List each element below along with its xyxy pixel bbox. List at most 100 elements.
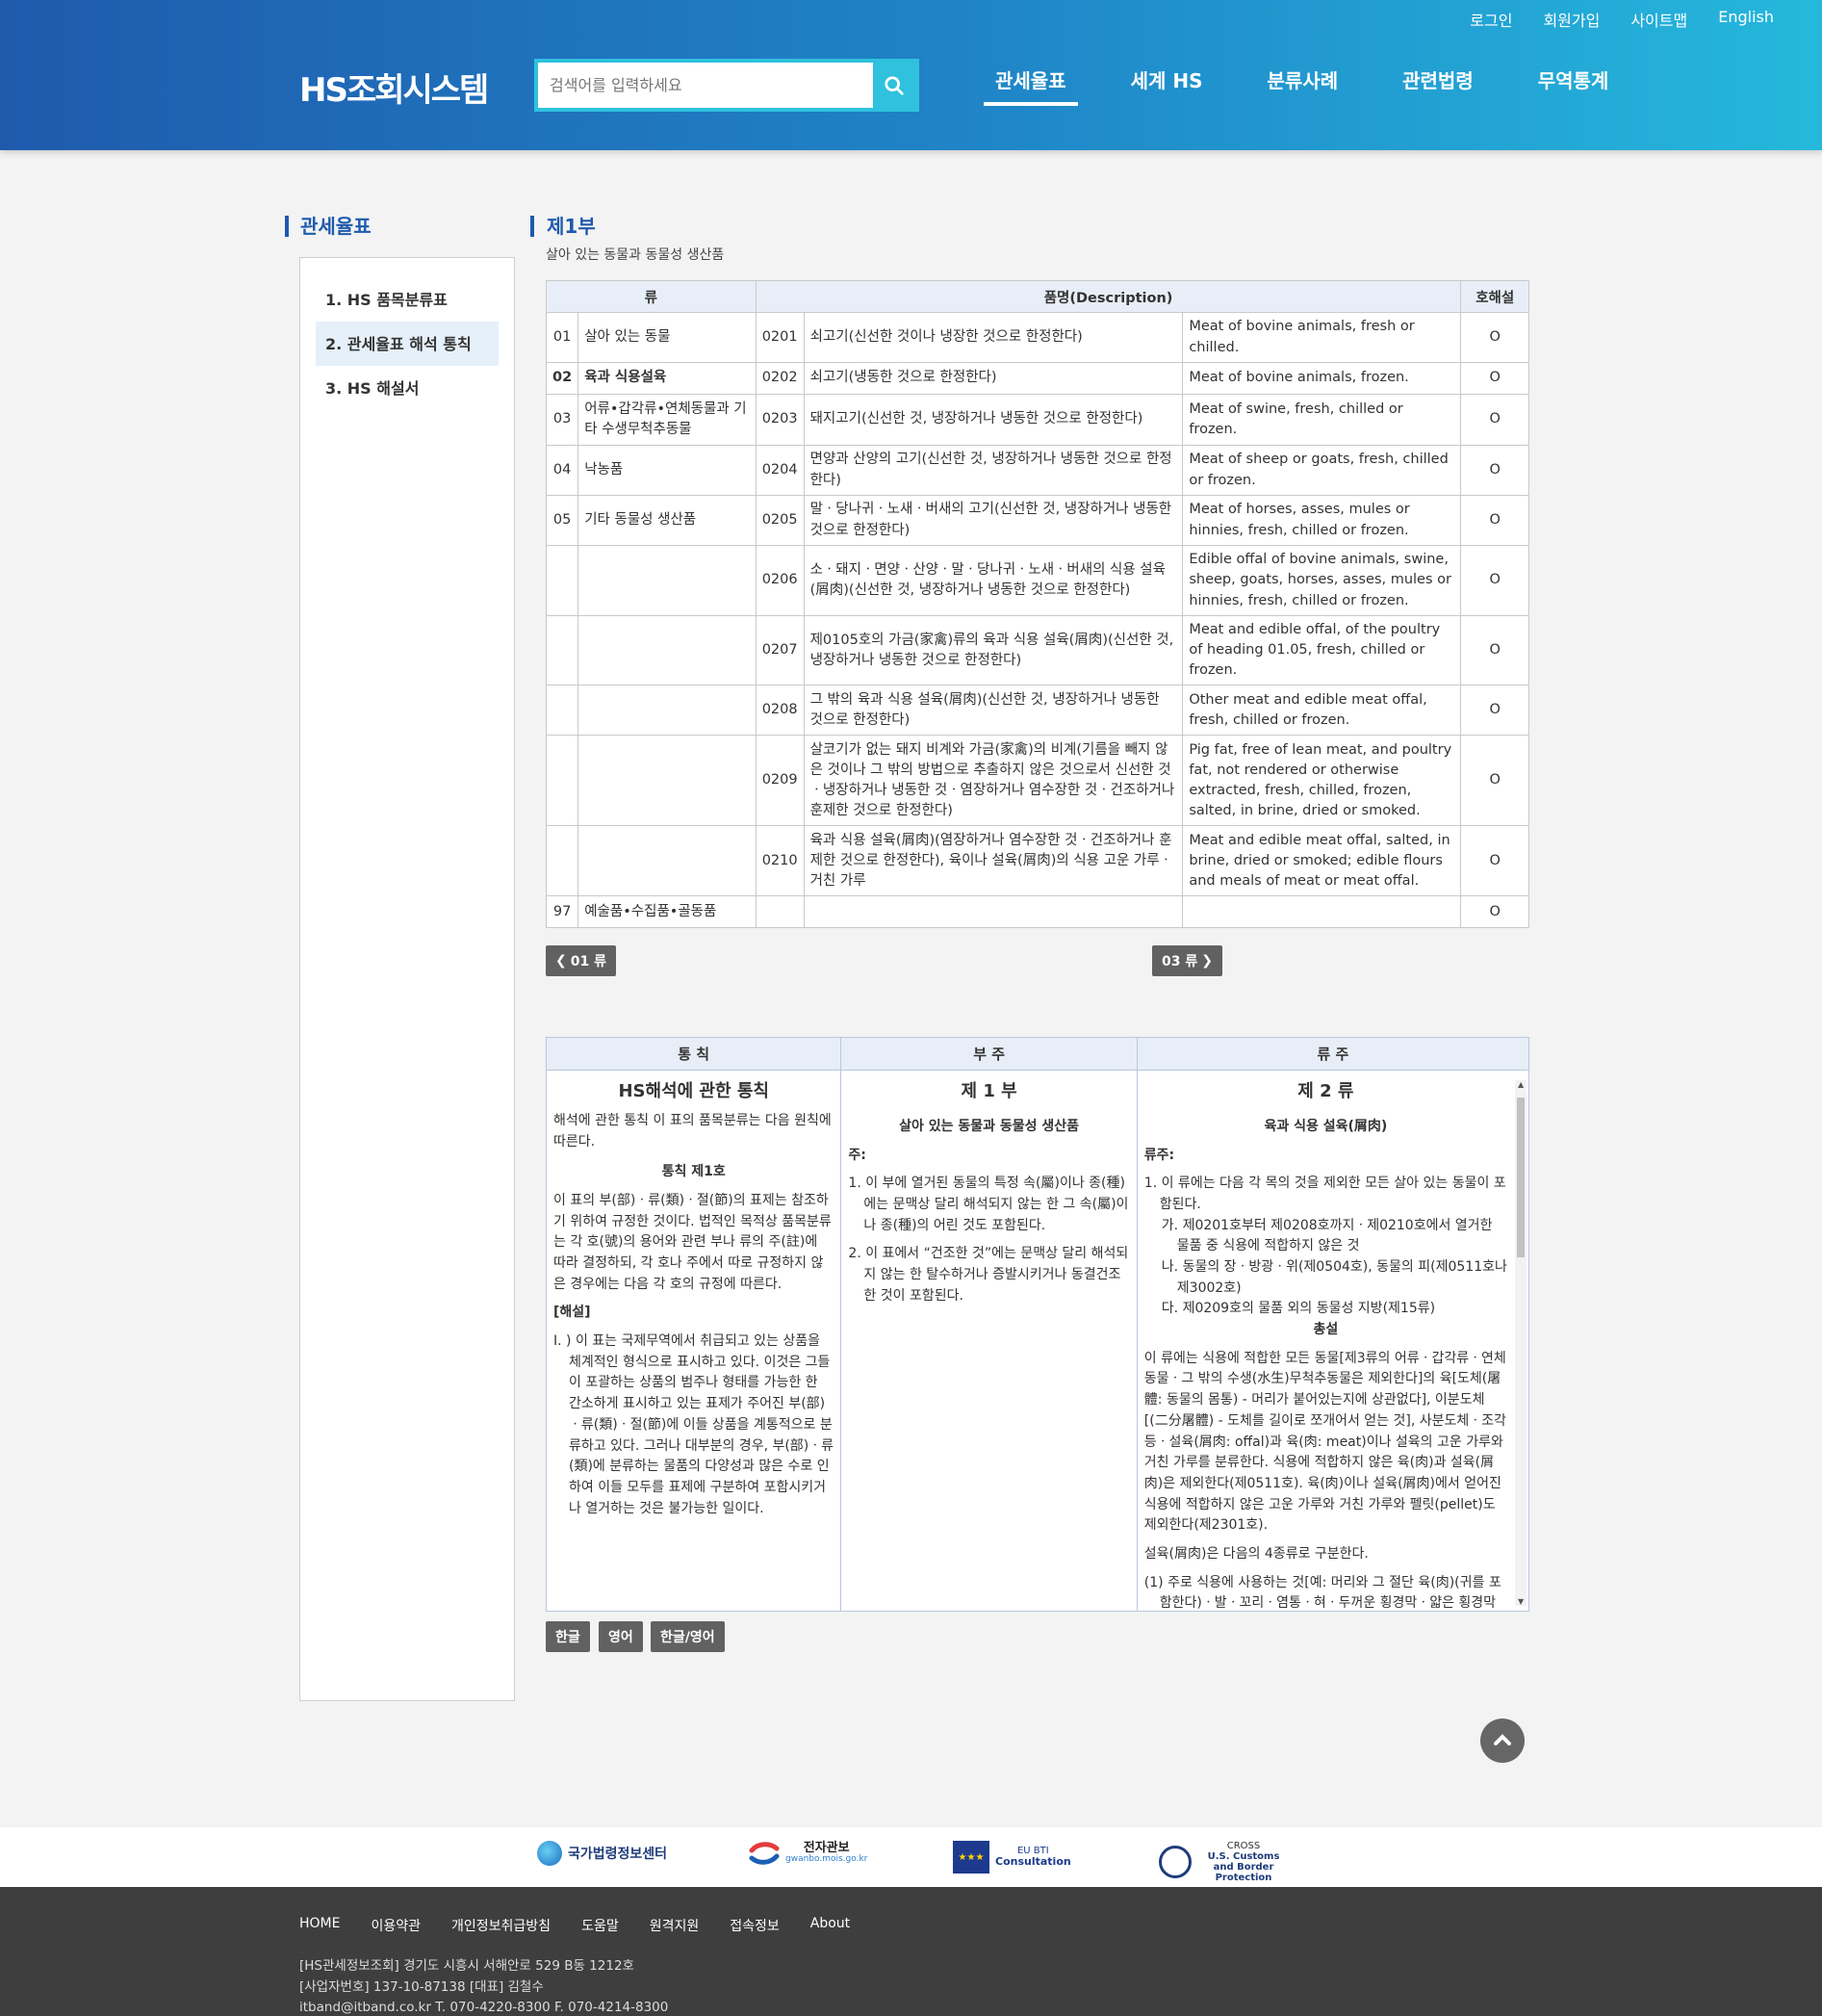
nav-laws[interactable]: 관련법령 [1391,65,1485,106]
footer-link-about[interactable]: About [810,1916,850,1935]
table-row[interactable]: 97 예술품•수집품•골동품 O [545,895,1529,929]
sidebar-item-explanatory[interactable]: 3. HS 해설서 [316,366,499,410]
scroll-top-button[interactable] [1480,1719,1525,1763]
prev-chapter-label: 01 류 [570,954,606,969]
explanatory-mark[interactable]: O [1460,735,1529,827]
heading-code[interactable] [755,895,805,929]
chapter-name: 예술품•수집품•골동품 [577,895,757,929]
section-note-panel[interactable]: 부 주 제 1 부 살아 있는 동물과 동물성 생산품 주: 1. 이 부에 열… [841,1038,1138,1611]
table-row[interactable]: 02 육과 식용설육 0202 쇠고기(냉동한 것으로 한정한다) Meat of bo… [545,362,1529,395]
next-chapter-button[interactable]: 03 류 ❯ [1152,945,1222,976]
chapter-general-text: 이 류에는 식용에 적합한 모든 동물[제3류의 어류ㆍ갑각류ㆍ연체동물ㆍ그 밖… [1143,1350,1506,1534]
utility-nav: 로그인 회원가입 사이트맵 English [1470,8,1774,31]
heading-code[interactable]: 0209 [755,735,805,827]
partner-gazette[interactable]: 전자관보 gwanbo.mois.go.kr [749,1841,867,1866]
site-logo[interactable]: HS조회시스템 [299,64,489,111]
table-row[interactable]: 05 기타 동물성 생산품 0205 말ㆍ당나귀ㆍ노새ㆍ버새의 고기(신선한 것, 냉… [545,495,1529,546]
section-note-item: 2. 이 표에서 “건조한 것”에는 문맥상 달리 해석되지 않는 한 탈수하거… [848,1246,1129,1304]
explanatory-mark[interactable]: O [1460,685,1529,737]
heading-english: Meat and edible meat offal, salted, in b… [1182,825,1462,897]
explanatory-mark[interactable]: O [1460,394,1529,446]
table-row[interactable]: 0208 그 밖의 육과 식용 설육(屑肉)(신선한 것, 냉장하거나 냉동한 것… [545,685,1529,737]
rule-1-text: 이 표의 부(部)ㆍ류(類)ㆍ절(節)의 표제는 참조하기 위하여 규정한 것이… [553,1192,832,1292]
chapter-number [545,825,579,897]
heading-korean: 제0105호의 가금(家禽)류의 육과 식용 설육(屑肉)(신선한 것, 냉장하… [803,614,1184,686]
heading-english: Meat of horses, asses, mules or hinnies,… [1182,495,1462,546]
heading-code[interactable]: 0210 [755,825,805,897]
explanatory-mark[interactable]: O [1460,614,1529,686]
nav-trade-stats[interactable]: 무역통계 [1527,65,1621,106]
heading-code[interactable]: 0202 [755,362,805,395]
scroll-up-icon[interactable]: ▲ [1518,1080,1524,1089]
nav-cases[interactable]: 분류사례 [1256,65,1350,106]
lang-english-button[interactable]: 영어 [599,1621,643,1652]
scroll-down-icon[interactable]: ▼ [1518,1597,1524,1606]
chapter-number: 04 [545,445,579,496]
explanatory-mark[interactable]: O [1460,312,1529,363]
sidebar-item-general-rules[interactable]: 2. 관세율표 해석 통칙 [316,322,499,366]
scroll-thumb[interactable] [1517,1098,1525,1257]
footer-link-remote[interactable]: 원격지원 [650,1916,700,1935]
footer-address: [HS관세정보조회] 경기도 시흥시 서해안로 529 B동 1212호 [299,1958,634,1974]
explanatory-mark[interactable]: O [1460,445,1529,496]
lang-korean-button[interactable]: 한글 [546,1621,590,1652]
nav-tariff[interactable]: 관세율표 [984,65,1078,106]
general-rules-panel[interactable]: 통 칙 HS해석에 관한 통칙 해석에 관한 통칙 이 표의 품목분류는 다음 … [547,1038,842,1611]
explanatory-mark[interactable]: O [1460,895,1529,929]
footer-link-help[interactable]: 도움말 [581,1916,619,1935]
footer-link-terms[interactable]: 이용약관 [371,1916,421,1935]
heading-code[interactable]: 0204 [755,445,805,496]
heading-english: Pig fat, free of lean meat, and poultry … [1182,735,1462,827]
sidebar-item-hs-table[interactable]: 1. HS 품목분류표 [316,277,499,322]
table-row[interactable]: 03 어류•갑각류•연체동물과 기타 수생무척추동물 0203 돼지고기(신선한 것,… [545,394,1529,446]
signup-link[interactable]: 회원가입 [1543,8,1600,31]
chapter-note-panel[interactable]: 류 주 제 2 류 육과 식용 설육(屑肉) 류주: 1. 이 류에는 다음 각… [1137,1038,1528,1611]
section-note-item: 1. 이 부에 열거된 동물의 특정 속(屬)이나 종(種)에는 문맥상 달리 … [848,1176,1129,1233]
nav-world-hs[interactable]: 세계 HS [1119,65,1215,106]
search-input[interactable] [538,63,873,108]
footer-link-access[interactable]: 접속정보 [730,1916,780,1935]
table-row[interactable]: 0207 제0105호의 가금(家禽)류의 육과 식용 설육(屑肉)(신선한 것,… [545,614,1529,686]
explanatory-mark[interactable]: O [1460,362,1529,395]
chapter-note-title: 제 2 류 [1297,1081,1354,1101]
lang-both-button[interactable]: 한글/영어 [651,1621,725,1652]
login-link[interactable]: 로그인 [1470,8,1512,31]
sitemap-link[interactable]: 사이트맵 [1630,8,1687,31]
table-row[interactable]: 0210 육과 식용 설육(屑肉)(염장하거나 염수장한 것ㆍ건조하거나 훈제한 … [545,825,1529,897]
search-box [534,59,919,112]
search-button[interactable] [873,63,915,108]
heading-code[interactable]: 0206 [755,545,805,616]
footer-link-home[interactable]: HOME [299,1916,340,1935]
heading-english: Other meat and edible meat offal, fresh,… [1182,685,1462,737]
chapter-note-subitem: 나. 동물의 장ㆍ방광ㆍ위(제0504호), 동물의 피(제0511호나 제30… [1161,1259,1507,1296]
chapter-general-text: (1) 주로 식용에 사용하는 것[예: 머리와 그 절단 육(肉)(귀를 포함… [1143,1574,1501,1611]
table-row[interactable]: 0209 살코기가 없는 돼지 비계와 가금(家禽)의 비계(기름을 빼지 않은 … [545,735,1529,827]
chapter-name [577,545,757,616]
explanatory-mark[interactable]: O [1460,825,1529,897]
chapter-general-text: 설육(屑肉)은 다음의 4종류로 구분한다. [1143,1545,1369,1562]
explanatory-mark[interactable]: O [1460,545,1529,616]
partner-eu-bti[interactable]: ★★★ EU BTI Consultation [953,1841,1071,1874]
prev-chapter-button[interactable]: ❮ 01 류 [546,945,616,976]
heading-code[interactable]: 0203 [755,394,805,446]
english-link[interactable]: English [1718,8,1774,31]
heading-code[interactable]: 0205 [755,495,805,546]
chapter-note-scrollbar[interactable]: ▲ ▼ [1515,1080,1527,1606]
heading-code[interactable]: 0201 [755,312,805,363]
chapter-number: 03 [545,394,579,446]
explanatory-mark[interactable]: O [1460,495,1529,546]
heading-korean [803,895,1184,929]
partner-cbp-cross[interactable]: CROSS U.S. Customs and Border Protection [1159,1841,1290,1883]
partner-law-center[interactable]: 국가법령정보센터 [537,1841,667,1866]
footer-link-privacy[interactable]: 개인정보취급방침 [451,1916,551,1935]
table-row[interactable]: 04 낙농품 0204 면양과 산양의 고기(신선한 것, 냉장하거나 냉동한 것으로… [545,445,1529,496]
chapter-name [577,614,757,686]
chapter-name [577,685,757,737]
heading-english: Meat of bovine animals, frozen. [1182,362,1462,395]
table-row[interactable]: 01 살아 있는 동물 0201 쇠고기(신선한 것이나 냉장한 것으로 한정한다) M… [545,312,1529,363]
notes-panels: 통 칙 HS해석에 관한 통칙 해석에 관한 통칙 이 표의 품목분류는 다음 … [546,1037,1529,1612]
table-row[interactable]: 0206 소ㆍ돼지ㆍ면양ㆍ산양ㆍ말ㆍ당나귀ㆍ노새ㆍ버새의 식용 설육(屑肉)(신선… [545,545,1529,616]
site-footer: HOME 이용약관 개인정보취급방침 도움말 원격지원 접속정보 About [… [0,1887,1822,2016]
heading-code[interactable]: 0207 [755,614,805,686]
heading-code[interactable]: 0208 [755,685,805,737]
